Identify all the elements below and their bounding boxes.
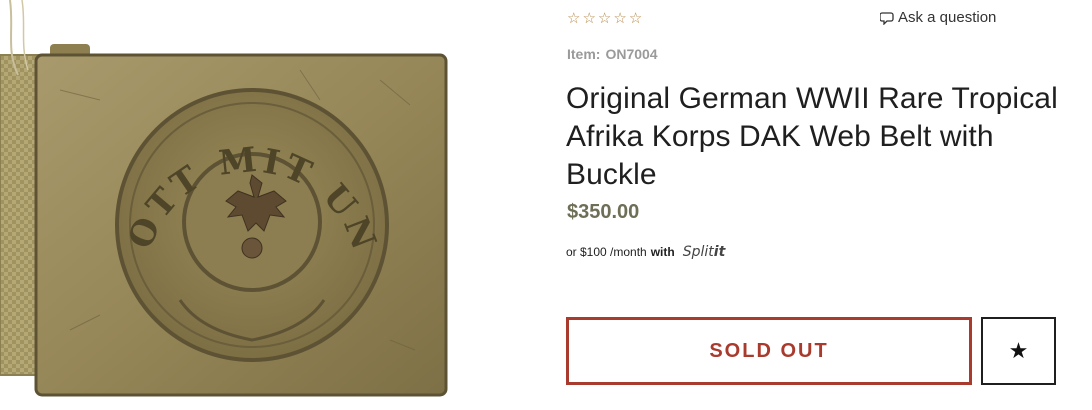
financing-with: with bbox=[650, 245, 675, 259]
splitit-logo[interactable]: Splitit bbox=[683, 244, 726, 260]
product-title: Original German WWII Rare Tropical Afrik… bbox=[566, 82, 1058, 191]
sold-out-button[interactable]: SOLD OUT bbox=[566, 317, 972, 385]
item-code: ON7004 bbox=[605, 46, 658, 62]
star-rating[interactable]: ☆ ☆ ☆ ☆ ☆ bbox=[567, 9, 642, 27]
financing-info[interactable]: or $100 /month with Splitit bbox=[566, 244, 725, 260]
ask-question-link[interactable]: Ask a question bbox=[880, 9, 996, 27]
belt-buckle-photo: GOTT MIT UNS bbox=[0, 0, 448, 397]
financing-amount: or $100 /month bbox=[566, 245, 647, 259]
star-empty-icon[interactable]: ☆ bbox=[613, 9, 626, 27]
star-empty-icon[interactable]: ☆ bbox=[629, 9, 642, 27]
star-icon: ★ bbox=[1008, 338, 1029, 364]
wishlist-button[interactable]: ★ bbox=[981, 317, 1056, 385]
item-sku: Item: ON7004 bbox=[567, 46, 658, 62]
star-empty-icon[interactable]: ☆ bbox=[582, 9, 595, 27]
ask-question-label: Ask a question bbox=[898, 9, 997, 26]
item-label: Item: bbox=[567, 46, 601, 62]
product-price: $350.00 bbox=[567, 201, 640, 223]
product-image[interactable]: GOTT MIT UNS bbox=[0, 0, 545, 410]
star-empty-icon[interactable]: ☆ bbox=[598, 9, 611, 27]
product-page: GOTT MIT UNS ☆ ☆ ☆ ☆ ☆ Ask a question It… bbox=[0, 0, 1092, 410]
star-empty-icon[interactable]: ☆ bbox=[567, 9, 580, 27]
chat-bubble-icon bbox=[880, 12, 894, 25]
